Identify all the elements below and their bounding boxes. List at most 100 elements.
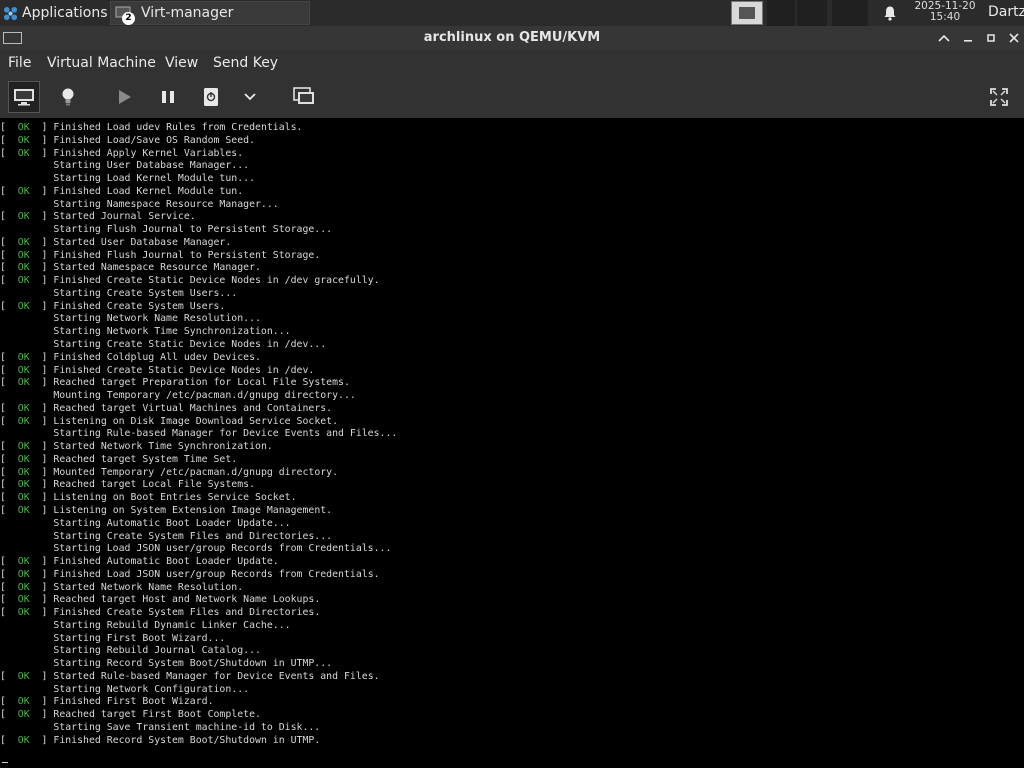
- shutdown-button[interactable]: [195, 81, 227, 113]
- status-prefix: [0, 199, 53, 210]
- console-line: [ OK ] Started Network Name Resolution.: [0, 582, 397, 595]
- console-line: [ OK ] Reached target System Time Set.: [0, 454, 397, 467]
- status-prefix: [ OK ]: [0, 594, 54, 606]
- ok-status: OK: [17, 134, 30, 146]
- console-message: Starting Record System Boot/Shutdown in …: [53, 658, 333, 670]
- ok-status: OK: [17, 441, 30, 453]
- console-message: Finished Load/Save OS Random Seed.: [53, 134, 256, 146]
- run-button[interactable]: [109, 81, 141, 113]
- console-line: [ OK ] Reached target Local File Systems…: [0, 479, 397, 492]
- user-menu[interactable]: Dartz: [988, 4, 1024, 20]
- console-message: Reached target Virtual Machines and Cont…: [53, 402, 333, 414]
- ok-status: OK: [17, 696, 30, 708]
- ok-status: OK: [17, 402, 30, 414]
- ok-status: OK: [17, 504, 30, 516]
- ok-status: OK: [17, 147, 30, 159]
- minimize-icon: [964, 40, 972, 42]
- show-console-button[interactable]: [8, 81, 40, 113]
- menu-virtual-machine[interactable]: Virtual Machine: [47, 55, 156, 71]
- console-line: Starting Rebuild Journal Catalog...: [0, 645, 397, 658]
- status-prefix: [0, 645, 53, 656]
- status-prefix: [ OK ]: [0, 441, 54, 453]
- console-message: Starting Rule-based Manager for Device E…: [53, 428, 398, 440]
- menu-send-key[interactable]: Send Key: [213, 55, 278, 71]
- status-prefix: [ OK ]: [0, 581, 54, 593]
- ok-status: OK: [17, 734, 30, 746]
- console-line: Starting Namespace Resource Manager...: [0, 199, 397, 212]
- pause-button[interactable]: [152, 81, 184, 113]
- workspace-thumbnail: [739, 7, 755, 19]
- applications-menu-button[interactable]: Applications: [0, 0, 124, 26]
- console-message: Starting Rebuild Dynamic Linker Cache...: [53, 619, 291, 631]
- status-prefix: [0, 633, 53, 644]
- close-button[interactable]: [1004, 26, 1024, 50]
- ok-status: OK: [17, 709, 30, 721]
- clock[interactable]: 2025-11-20 15:40: [905, 1, 985, 23]
- console-line: [ OK ] Finished Load JSON user/group Rec…: [0, 569, 397, 582]
- console-line: [ OK ] Finished Create System Users.: [0, 301, 397, 314]
- console-message: Starting Network Configuration...: [53, 683, 250, 695]
- notification-bell-icon[interactable]: [882, 5, 898, 21]
- status-prefix: [ OK ]: [0, 466, 54, 478]
- top-panel: Applications 2 Virt-manager 2025-11-20 1…: [0, 0, 1024, 26]
- ok-status: OK: [17, 236, 30, 248]
- console-message: Starting Rebuild Journal Catalog...: [53, 645, 261, 657]
- console-message: Starting First Boot Wizard...: [53, 632, 226, 644]
- shade-button[interactable]: [934, 26, 954, 50]
- workspace-switcher[interactable]: [731, 1, 763, 25]
- console-message: Starting Automatic Boot Loader Update...: [53, 517, 291, 529]
- console-message: Starting Network Name Resolution...: [53, 313, 261, 325]
- monitor-icon: [14, 89, 34, 106]
- ok-status: OK: [17, 415, 30, 427]
- show-details-button[interactable]: [52, 81, 84, 113]
- menubar: File Virtual Machine View Send Key: [0, 50, 1024, 76]
- console-message: Reached target Local File Systems.: [53, 479, 256, 491]
- console-line: [ OK ] Finished Load/Save OS Random Seed…: [0, 135, 397, 148]
- status-prefix: [0, 288, 53, 299]
- console-message: Mounting Temporary /etc/pacman.d/gnupg d…: [53, 390, 356, 402]
- ok-status: OK: [17, 122, 30, 133]
- status-prefix: [0, 224, 53, 235]
- vm-console-display[interactable]: [ OK ] Finished Load udev Rules from Cre…: [0, 118, 1024, 768]
- tray-slot[interactable]: [832, 0, 868, 26]
- fullscreen-button[interactable]: [983, 81, 1015, 113]
- snapshots-button[interactable]: [288, 81, 320, 113]
- maximize-icon: [987, 34, 995, 42]
- console-line: [ OK ] Finished Create Static Device Nod…: [0, 275, 397, 288]
- console-message: Listening on Boot Entries Service Socket…: [53, 492, 297, 504]
- taskbar-button-virt-manager[interactable]: 2 Virt-manager: [110, 1, 310, 25]
- tray-slot[interactable]: [767, 0, 795, 26]
- console-message: Starting Load JSON user/group Records fr…: [53, 543, 392, 555]
- status-prefix: [0, 160, 53, 171]
- console-line: [ OK ] Listening on Boot Entries Service…: [0, 492, 397, 505]
- status-prefix: [ OK ]: [0, 351, 54, 363]
- console-message: Finished Apply Kernel Variables.: [53, 147, 244, 159]
- window-titlebar[interactable]: archlinux on QEMU/KVM: [0, 26, 1024, 50]
- console-line: Starting Load JSON user/group Records fr…: [0, 543, 397, 556]
- chevron-up-icon: [938, 34, 950, 42]
- status-prefix: [0, 339, 53, 350]
- maximize-button[interactable]: [981, 26, 1001, 50]
- menu-file[interactable]: File: [8, 55, 31, 71]
- console-line: Starting Automatic Boot Loader Update...: [0, 518, 397, 531]
- close-icon: [1009, 33, 1019, 43]
- shutdown-menu-button[interactable]: [234, 81, 266, 113]
- menu-view[interactable]: View: [165, 55, 198, 71]
- tray-slot[interactable]: [797, 0, 827, 26]
- console-message: Finished Load Kernel Module tun.: [53, 185, 244, 197]
- status-prefix: [0, 531, 53, 542]
- console-line: Starting Network Configuration...: [0, 684, 397, 697]
- ok-status: OK: [17, 607, 30, 619]
- ok-status: OK: [17, 351, 30, 363]
- console-message: Reached target Preparation for Local Fil…: [53, 377, 350, 389]
- ok-status: OK: [17, 262, 30, 274]
- ok-status: OK: [17, 594, 30, 606]
- status-prefix: [0, 173, 53, 184]
- lightbulb-icon: [62, 88, 74, 106]
- status-prefix: [ OK ]: [0, 568, 54, 580]
- minimize-button[interactable]: [958, 26, 978, 50]
- status-prefix: [ OK ]: [0, 696, 54, 708]
- console-message: Starting Flush Journal to Persistent Sto…: [53, 224, 333, 236]
- status-prefix: [ OK ]: [0, 415, 54, 427]
- console-message: Finished Create System Files and Directo…: [53, 607, 321, 619]
